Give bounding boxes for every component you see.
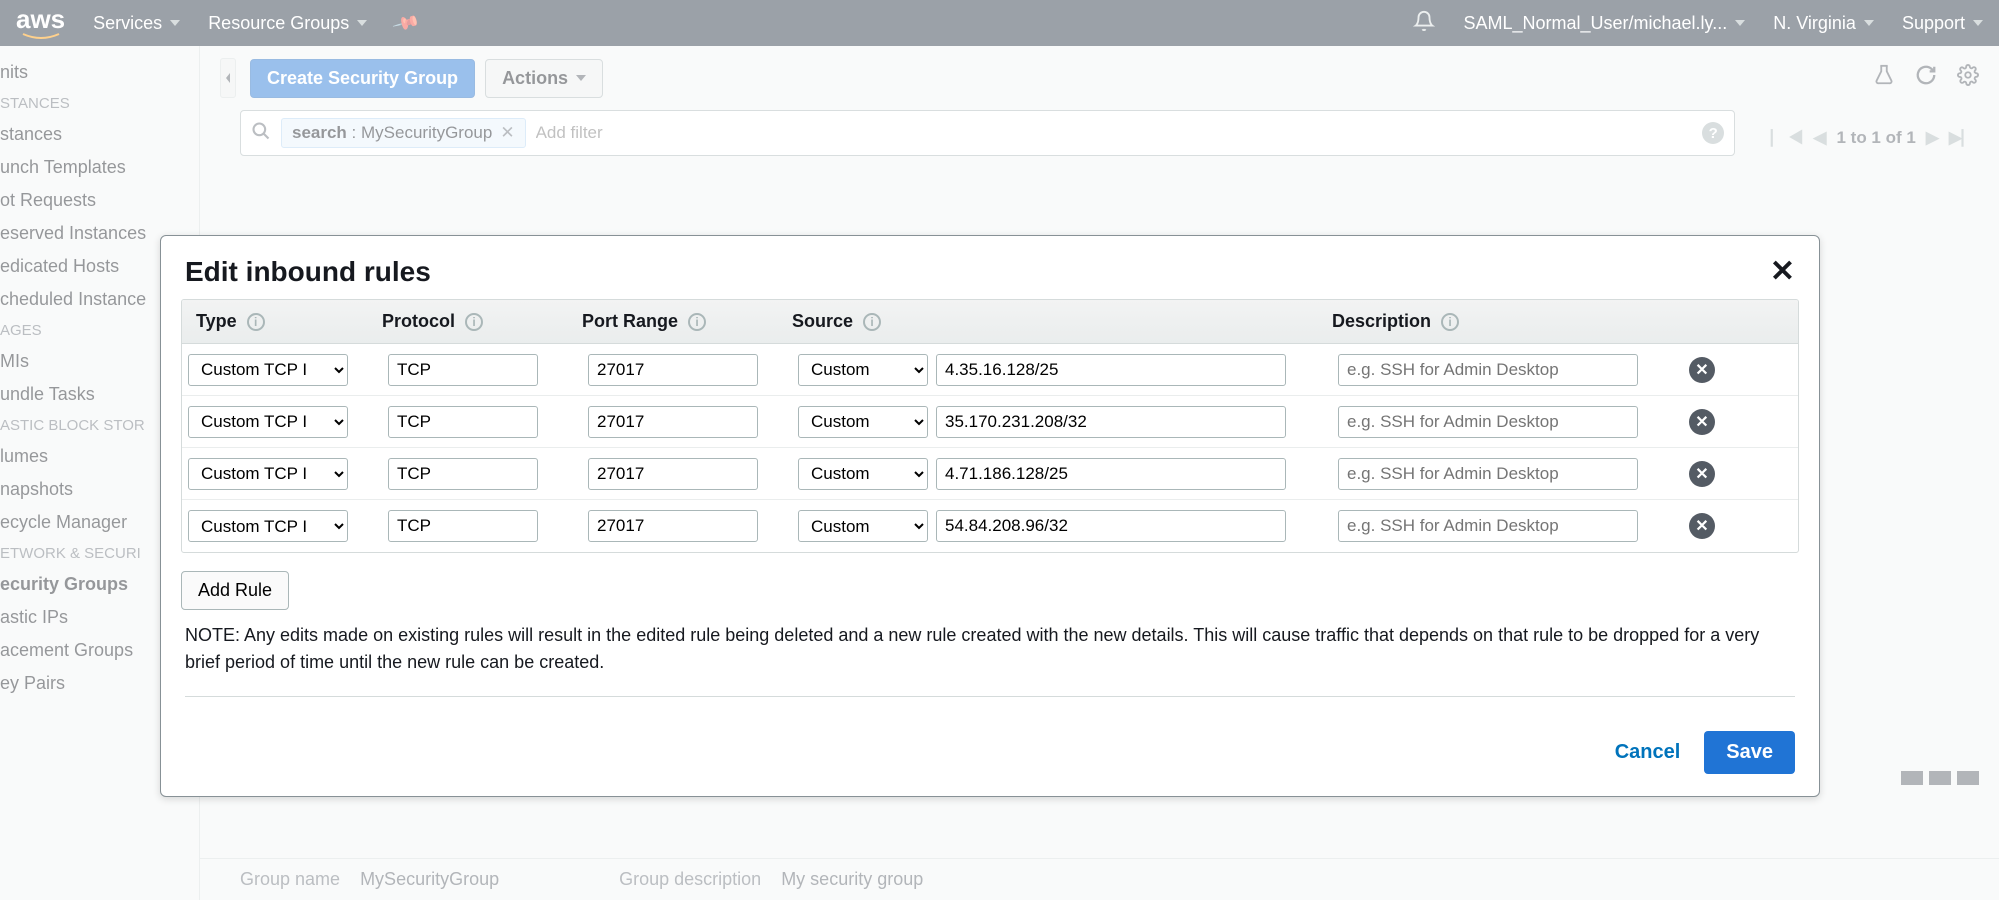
info-icon[interactable]: i (1441, 313, 1459, 331)
rules-table: Typei Protocoli Port Rangei Sourcei Desc… (181, 299, 1799, 553)
rule-port-input[interactable] (588, 354, 758, 386)
rule-row: Custom TCP I Custom ✕ (182, 396, 1798, 448)
header-source: Source (792, 311, 853, 332)
delete-rule-icon[interactable]: ✕ (1689, 409, 1715, 435)
rule-port-input[interactable] (588, 510, 758, 542)
rule-protocol-input[interactable] (388, 510, 538, 542)
rule-source-input[interactable] (936, 510, 1286, 542)
modal-title: Edit inbound rules (185, 256, 431, 288)
info-icon[interactable]: i (863, 313, 881, 331)
rule-type-select[interactable]: Custom TCP I (188, 354, 348, 386)
delete-rule-icon[interactable]: ✕ (1689, 357, 1715, 383)
add-rule-button[interactable]: Add Rule (181, 571, 289, 610)
rule-description-input[interactable] (1338, 406, 1638, 438)
header-protocol: Protocol (382, 311, 455, 332)
save-button[interactable]: Save (1704, 731, 1795, 774)
rule-description-input[interactable] (1338, 354, 1638, 386)
rule-source-input[interactable] (936, 354, 1286, 386)
rule-type-select[interactable]: Custom TCP I (188, 510, 348, 542)
rule-source-mode-select[interactable]: Custom (798, 510, 928, 542)
rule-row: Custom TCP I Custom ✕ (182, 344, 1798, 396)
rule-port-input[interactable] (588, 458, 758, 490)
rule-source-mode-select[interactable]: Custom (798, 458, 928, 490)
rule-row: Custom TCP I Custom ✕ (182, 448, 1798, 500)
cancel-button[interactable]: Cancel (1615, 741, 1681, 764)
info-icon[interactable]: i (465, 313, 483, 331)
header-description: Description (1332, 311, 1431, 332)
rules-table-header: Typei Protocoli Port Rangei Sourcei Desc… (182, 300, 1798, 344)
rule-source-input[interactable] (936, 458, 1286, 490)
info-icon[interactable]: i (688, 313, 706, 331)
rule-port-input[interactable] (588, 406, 758, 438)
rule-description-input[interactable] (1338, 510, 1638, 542)
rule-protocol-input[interactable] (388, 458, 538, 490)
rule-type-select[interactable]: Custom TCP I (188, 458, 348, 490)
edit-inbound-rules-modal: Edit inbound rules ✕ Typei Protocoli Por… (160, 235, 1820, 797)
rule-type-select[interactable]: Custom TCP I (188, 406, 348, 438)
rule-source-mode-select[interactable]: Custom (798, 406, 928, 438)
rule-source-input[interactable] (936, 406, 1286, 438)
info-icon[interactable]: i (247, 313, 265, 331)
rule-protocol-input[interactable] (388, 354, 538, 386)
rule-row: Custom TCP I Custom ✕ (182, 500, 1798, 552)
rule-protocol-input[interactable] (388, 406, 538, 438)
header-port: Port Range (582, 311, 678, 332)
rule-source-mode-select[interactable]: Custom (798, 354, 928, 386)
close-icon[interactable]: ✕ (1770, 254, 1795, 289)
header-type: Type (196, 311, 237, 332)
modal-note: NOTE: Any edits made on existing rules w… (185, 622, 1795, 697)
rule-description-input[interactable] (1338, 458, 1638, 490)
delete-rule-icon[interactable]: ✕ (1689, 513, 1715, 539)
delete-rule-icon[interactable]: ✕ (1689, 461, 1715, 487)
